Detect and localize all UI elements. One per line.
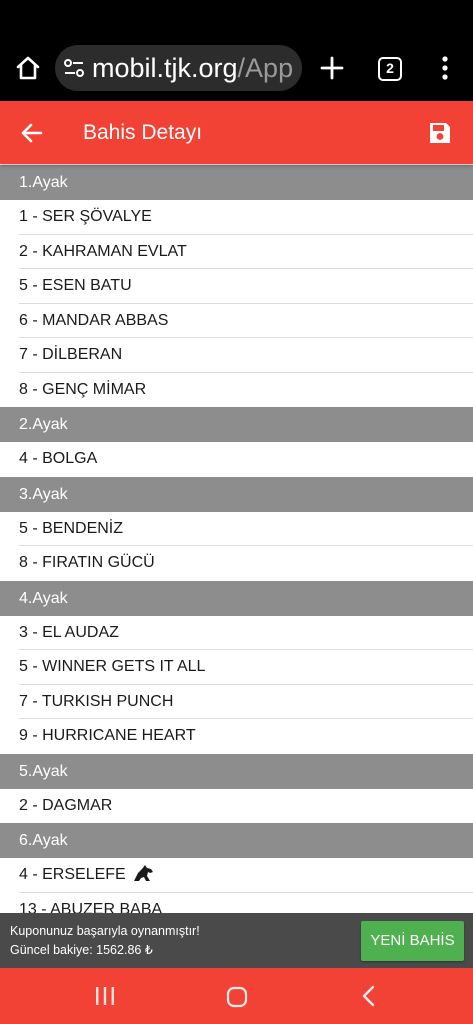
horse-label: 1 - SER ŞÖVALYE xyxy=(19,208,152,225)
horse-row: 5 - WINNER GETS IT ALL xyxy=(0,650,473,685)
arrow-back-icon[interactable] xyxy=(19,120,45,146)
url-text[interactable]: mobil.tjk.org/App xyxy=(92,54,293,82)
horse-label: 5 - ESEN BATU xyxy=(19,277,132,294)
horse-row: 8 - FIRATIN GÜCÜ xyxy=(0,546,473,581)
horse-row: 3 - EL AUDAZ xyxy=(0,615,473,650)
home-icon[interactable] xyxy=(14,54,42,82)
save-icon[interactable] xyxy=(428,121,452,145)
horse-label: 5 - WINNER GETS IT ALL xyxy=(19,658,206,675)
leg-header: 4.Ayak xyxy=(0,580,473,616)
horse-row: 2 - DAGMAR xyxy=(0,788,473,823)
more-vert-icon[interactable] xyxy=(432,55,458,81)
horse-row: 8 - GENÇ MİMAR xyxy=(0,372,473,407)
horse-label: 4 - BOLGA xyxy=(19,450,98,467)
tab-count: 2 xyxy=(386,60,394,76)
horse-label: 5 - BENDENİZ xyxy=(19,519,124,537)
system-nav-bar xyxy=(0,968,473,1024)
recent-apps-icon[interactable] xyxy=(94,986,116,1006)
horse-icon xyxy=(133,865,153,881)
horse-label: 13 - ABUZER BABA xyxy=(19,900,163,914)
horse-row: 4 - ERSELEFE xyxy=(0,858,473,893)
horse-label: 8 - GENÇ MİMAR xyxy=(19,380,147,398)
horse-label: 9 - HURRICANE HEART xyxy=(19,727,196,744)
url-domain: mobil.tjk.org xyxy=(92,53,238,83)
horse-row: 13 - ABUZER BABA xyxy=(0,892,473,914)
bet-detail-list[interactable]: 1.Ayak 1 - SER ŞÖVALYE 2 - KAHRAMAN EVLAT 5… xyxy=(0,165,473,913)
app-header: Bahis Detayı xyxy=(0,101,473,164)
site-settings-icon[interactable] xyxy=(63,57,85,79)
browser-toolbar: mobil.tjk.org/App 2 xyxy=(0,0,473,101)
url-bar[interactable]: mobil.tjk.org/App xyxy=(55,45,302,91)
horse-label: 7 - DİLBERAN xyxy=(19,346,123,363)
success-message: Kuponunuz başarıyla oynanmıştır! xyxy=(10,924,200,938)
balance-text: Güncel bakiye: 1562.86 ₺ xyxy=(10,943,153,957)
horse-row: 7 - DİLBERAN xyxy=(0,338,473,373)
horse-label: 3 - EL AUDAZ xyxy=(19,623,119,641)
tab-switcher-icon[interactable]: 2 xyxy=(378,57,402,81)
plus-icon[interactable] xyxy=(318,54,346,82)
horse-row: 6 - MANDAR ABBAS xyxy=(0,303,473,338)
leg-header: 5.Ayak xyxy=(0,753,473,789)
leg-header: 3.Ayak xyxy=(0,476,473,512)
horse-label: 6 - MANDAR ABBAS xyxy=(19,311,169,329)
horse-label: 8 - FIRATIN GÜCÜ xyxy=(19,554,155,571)
horse-label: 7 - TURKISH PUNCH xyxy=(19,692,174,710)
horse-label: 4 - ERSELEFE xyxy=(19,866,126,883)
leg-header: 2.Ayak xyxy=(0,407,473,442)
page-title: Bahis Detayı xyxy=(83,121,203,144)
leg-header: 1.Ayak xyxy=(0,165,473,200)
horse-row: 1 - SER ŞÖVALYE xyxy=(0,200,473,235)
home-circle-icon[interactable] xyxy=(225,985,249,1009)
horse-row: 7 - TURKISH PUNCH xyxy=(0,684,473,719)
horse-row: 5 - BENDENİZ xyxy=(0,511,473,546)
new-bet-button[interactable]: YENİ BAHİS xyxy=(361,921,464,961)
horse-row: 9 - HURRICANE HEART xyxy=(0,719,473,754)
horse-row: 5 - ESEN BATU xyxy=(0,269,473,304)
coupon-status-bar: Kuponunuz başarıyla oynanmıştır! Güncel … xyxy=(0,913,473,968)
horse-label: 2 - KAHRAMAN EVLAT xyxy=(19,242,187,260)
leg-header: 6.Ayak xyxy=(0,823,473,858)
back-chevron-icon[interactable] xyxy=(360,985,378,1007)
horse-label: 2 - DAGMAR xyxy=(19,796,113,814)
url-path: /App xyxy=(237,53,294,83)
horse-row: 2 - KAHRAMAN EVLAT xyxy=(0,234,473,269)
horse-row: 4 - BOLGA xyxy=(0,442,473,477)
